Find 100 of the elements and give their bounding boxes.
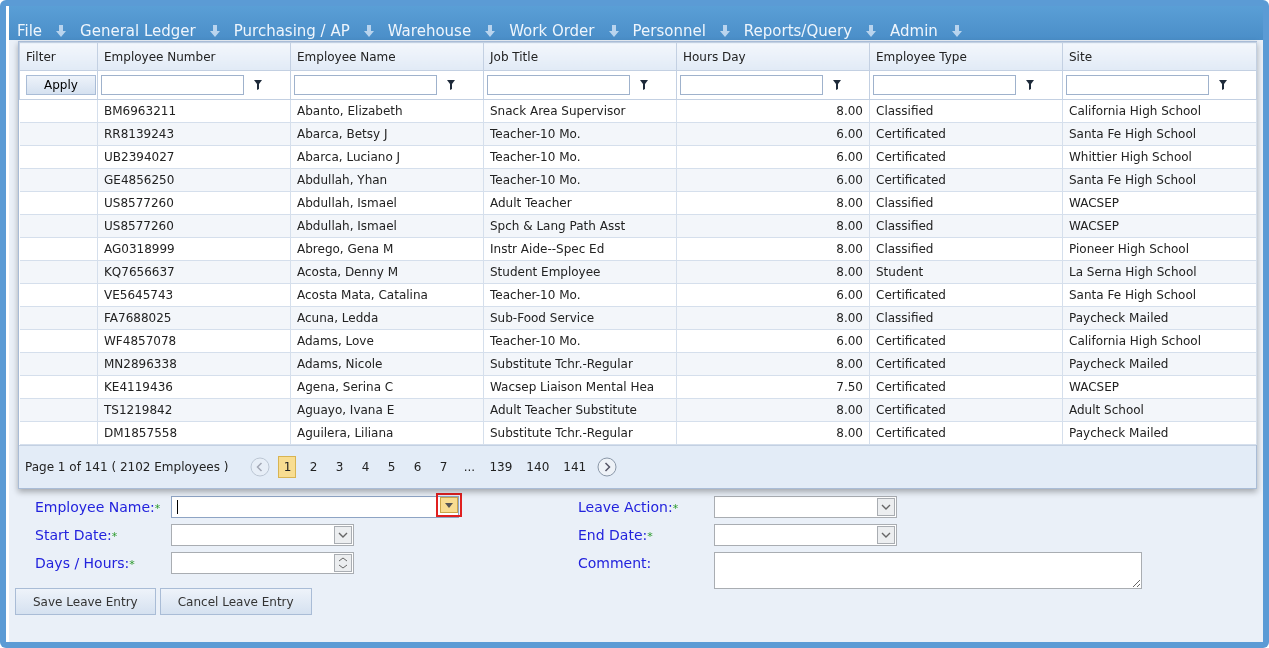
table-cell: Substitute Tchr.-Regular [483, 421, 677, 445]
field-label: End Date:* [578, 526, 654, 543]
page-link[interactable]: 139 [486, 456, 516, 478]
page-link[interactable]: 6 [408, 456, 427, 478]
table-cell: GE4856250 [97, 168, 291, 192]
table-cell: 6.00 [676, 145, 870, 169]
table-cell: KE4119436 [97, 375, 291, 399]
filter-icon[interactable] [1219, 80, 1227, 90]
field-label: Days / Hours:* [35, 554, 136, 571]
column-header[interactable]: Employee Type [869, 42, 1063, 71]
table-cell: Aguilera, Liliana [290, 421, 484, 445]
table-cell: Certificated [869, 283, 1063, 307]
down-arrow-icon [363, 25, 374, 37]
caret-icon[interactable] [334, 526, 352, 544]
table-cell: Teacher-10 Mo. [483, 122, 677, 146]
select-field[interactable] [714, 496, 897, 518]
spinner-icon[interactable] [334, 554, 352, 572]
table-cell: Classified [869, 214, 1063, 238]
form-button[interactable]: Cancel Leave Entry [159, 588, 312, 615]
page-link[interactable]: 7 [434, 456, 453, 478]
table-cell: Teacher-10 Mo. [483, 283, 677, 307]
table-cell: WACSEP [1062, 375, 1257, 399]
filter-icon[interactable] [447, 80, 455, 90]
filter-icon[interactable] [254, 80, 262, 90]
table-cell: Paycheck Mailed [1062, 352, 1257, 376]
table-cell: Agena, Serina C [290, 375, 484, 399]
table-cell: Teacher-10 Mo. [483, 145, 677, 169]
table-cell: La Serna High School [1062, 260, 1257, 284]
table-cell: AG0318999 [97, 237, 291, 261]
column-header[interactable]: Site [1062, 42, 1257, 71]
page-link[interactable]: ... [460, 456, 479, 478]
table-cell: 8.00 [676, 398, 870, 422]
table-cell: 6.00 [676, 283, 870, 307]
filter-icon[interactable] [1026, 80, 1034, 90]
table-cell: 6.00 [676, 122, 870, 146]
filter-input[interactable] [101, 75, 244, 95]
filter-icon[interactable] [640, 80, 648, 90]
select-field[interactable] [714, 524, 897, 546]
table-cell: Classified [869, 306, 1063, 330]
column-header[interactable]: Filter [19, 42, 98, 71]
table-cell: Student [869, 260, 1063, 284]
table-cell: Abrego, Gena M [290, 237, 484, 261]
comment-field[interactable] [714, 552, 1142, 589]
down-arrow-icon [951, 25, 962, 37]
filter-input[interactable] [1066, 75, 1209, 95]
column-header[interactable]: Hours Day [676, 42, 870, 71]
table-cell: KQ7656637 [97, 260, 291, 284]
column-header[interactable]: Employee Name [290, 42, 484, 71]
table-cell: 6.00 [676, 168, 870, 192]
table-cell: WACSEP [1062, 214, 1257, 238]
table-cell: Certificated [869, 122, 1063, 146]
table-cell: Abanto, Elizabeth [290, 99, 484, 123]
table-cell: Adult Teacher Substitute [483, 398, 677, 422]
table-cell: Certificated [869, 352, 1063, 376]
table-cell: Classified [869, 237, 1063, 261]
number-field[interactable] [171, 552, 354, 574]
page-link[interactable]: 4 [356, 456, 375, 478]
table-cell: California High School [1062, 99, 1257, 123]
table-cell: Classified [869, 99, 1063, 123]
table-cell: Teacher-10 Mo. [483, 168, 677, 192]
page-link[interactable]: 5 [382, 456, 401, 478]
table-cell: 8.00 [676, 352, 870, 376]
apply-button[interactable]: Apply [26, 75, 96, 95]
filter-input[interactable] [873, 75, 1016, 95]
table-cell: Substitute Tchr.-Regular [483, 352, 677, 376]
page-link[interactable]: 2 [304, 456, 323, 478]
table-cell: Abarca, Betsy J [290, 122, 484, 146]
column-header[interactable]: Employee Number [97, 42, 291, 71]
table-cell: California High School [1062, 329, 1257, 353]
table-cell: Abdullah, Yhan [290, 168, 484, 192]
field-label: Leave Action:* [578, 498, 680, 515]
table-cell: Acosta, Denny M [290, 260, 484, 284]
select-field[interactable] [171, 524, 354, 546]
page-link[interactable]: 140 [523, 456, 553, 478]
form-button[interactable]: Save Leave Entry [15, 588, 156, 615]
page-link[interactable]: 3 [330, 456, 349, 478]
table-cell: Abdullah, Ismael [290, 214, 484, 238]
table-cell: TS1219842 [97, 398, 291, 422]
table-cell: 8.00 [676, 99, 870, 123]
column-header[interactable]: Job Title [483, 42, 677, 71]
table-cell: Adams, Love [290, 329, 484, 353]
field-label: Employee Name:* [35, 498, 162, 515]
table-cell: Teacher-10 Mo. [483, 329, 677, 353]
next-page-icon[interactable] [597, 457, 618, 477]
filter-input[interactable] [680, 75, 823, 95]
filter-icon[interactable] [833, 80, 841, 90]
employee-name-combobox[interactable] [171, 496, 459, 518]
filter-input[interactable] [487, 75, 630, 95]
caret-icon[interactable] [877, 526, 895, 544]
table-cell: Paycheck Mailed [1062, 421, 1257, 445]
table-cell: 8.00 [676, 306, 870, 330]
table-cell: 8.00 [676, 191, 870, 215]
page-link[interactable]: 141 [560, 456, 590, 478]
table-cell: Santa Fe High School [1062, 122, 1257, 146]
caret-icon[interactable] [877, 498, 895, 516]
filter-input[interactable] [294, 75, 437, 95]
page-link[interactable]: 1 [278, 456, 297, 478]
table-cell: MN2896338 [97, 352, 291, 376]
table-cell: Certificated [869, 329, 1063, 353]
table-cell: Abdullah, Ismael [290, 191, 484, 215]
